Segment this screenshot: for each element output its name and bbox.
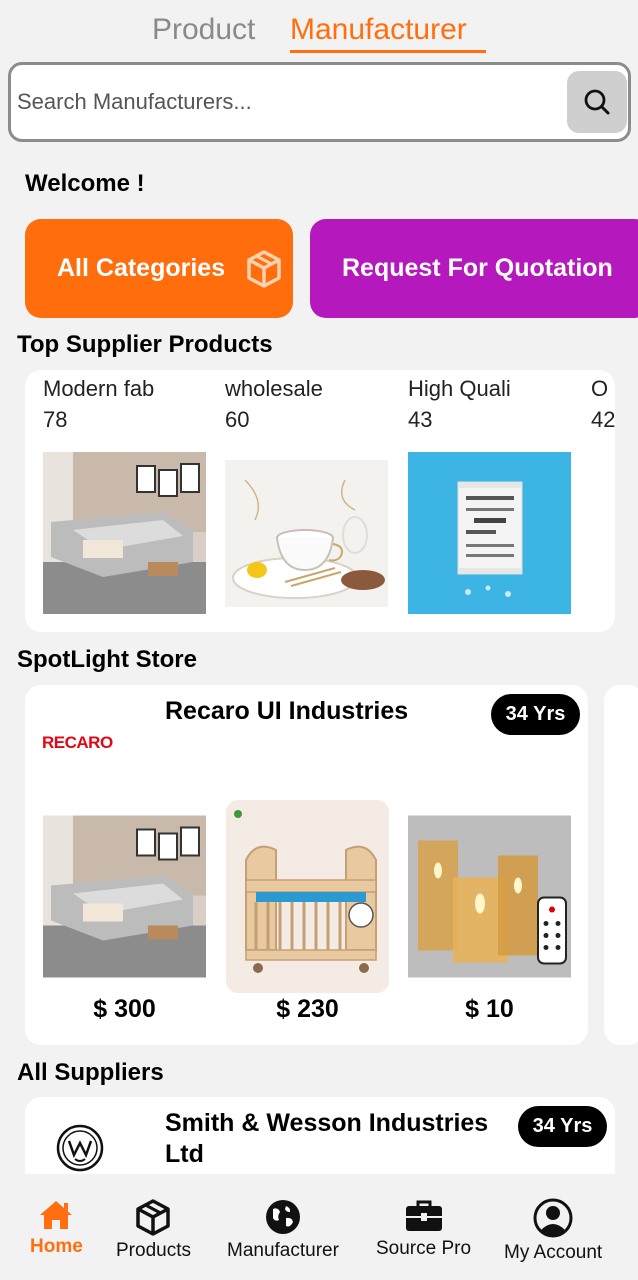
- search-input[interactable]: [17, 77, 557, 127]
- nav-my-account-label: My Account: [504, 1242, 603, 1263]
- nav-products-label: Products: [116, 1240, 191, 1261]
- top-supplier-carousel[interactable]: Modern fab 78 wholesale 60 High Quali 43…: [25, 370, 615, 632]
- home-icon: [40, 1201, 73, 1229]
- spotlight-title: SpotLight Store: [17, 646, 197, 673]
- supplier-logo: [56, 1124, 104, 1172]
- crib-image[interactable]: [226, 800, 389, 993]
- nav-manufacturer-label: Manufacturer: [227, 1240, 339, 1261]
- product-price: $ 300: [93, 995, 156, 1023]
- years-badge: 34 Yrs: [491, 694, 580, 735]
- sofa-image[interactable]: [43, 815, 206, 978]
- product-name: Modern fab: [43, 376, 155, 401]
- search-bar: [8, 62, 631, 142]
- product-price: $ 10: [465, 995, 514, 1023]
- product-name: High Quali: [408, 376, 511, 401]
- nav-home-label: Home: [30, 1236, 83, 1257]
- nav-my-account[interactable]: My Account: [504, 1198, 602, 1264]
- nav-manufacturer[interactable]: Manufacturer: [227, 1198, 339, 1262]
- top-tabs: Product Manufacturer: [0, 10, 638, 54]
- search-button[interactable]: [567, 71, 627, 133]
- store-logo: RECARO: [42, 733, 113, 752]
- all-categories-label: All Categories: [57, 254, 226, 282]
- next-store-card[interactable]: [604, 685, 638, 1045]
- cube-icon: [247, 249, 281, 288]
- nav-source-pro-label: Source Pro: [376, 1238, 472, 1259]
- globe-icon: [265, 1200, 300, 1234]
- active-tab-indicator: [290, 50, 486, 53]
- request-quotation-button[interactable]: Request For Quotation: [310, 219, 638, 318]
- briefcase-icon: [405, 1200, 442, 1231]
- product-price: $ 230: [276, 995, 339, 1023]
- page: Product Manufacturer Welcome ! All Categ…: [0, 0, 638, 1280]
- candles-image[interactable]: [408, 815, 571, 978]
- top-supplier-title: Top Supplier Products: [17, 331, 273, 358]
- bottom-navigation: Home Products Manufacturer Source Pro My…: [0, 1174, 638, 1280]
- sofa-image: [43, 452, 206, 614]
- product-count: 42: [591, 407, 615, 432]
- product-name: wholesale: [225, 376, 323, 401]
- cube-icon: [136, 1199, 171, 1236]
- product-name: O: [591, 376, 609, 401]
- silica-gel-image: [408, 452, 571, 614]
- tab-product[interactable]: Product: [152, 10, 255, 50]
- product-count: 43: [408, 407, 433, 432]
- tab-manufacturer[interactable]: Manufacturer: [290, 10, 467, 50]
- supplier-name: Smith & Wesson Industries Ltd: [165, 1109, 489, 1168]
- product-logo-image: [591, 456, 615, 476]
- request-quotation-label: Request For Quotation: [342, 254, 613, 282]
- product-count: 78: [43, 407, 68, 432]
- store-name: Recaro UI Industries: [165, 697, 409, 725]
- spotlight-store-card[interactable]: Recaro UI Industries 34 Yrs RECARO $ 300: [25, 685, 588, 1045]
- welcome-text: Welcome !: [25, 170, 145, 197]
- all-categories-button[interactable]: All Categories: [25, 219, 293, 318]
- dinnerware-image: [225, 460, 388, 607]
- nav-home[interactable]: Home: [30, 1198, 83, 1258]
- years-badge: 34 Yrs: [518, 1106, 607, 1147]
- user-icon: [533, 1198, 573, 1238]
- nav-source-pro[interactable]: Source Pro: [376, 1198, 471, 1260]
- all-suppliers-title: All Suppliers: [17, 1059, 164, 1086]
- search-icon: [584, 89, 610, 115]
- product-count: 60: [225, 407, 250, 432]
- nav-products[interactable]: Products: [116, 1198, 191, 1262]
